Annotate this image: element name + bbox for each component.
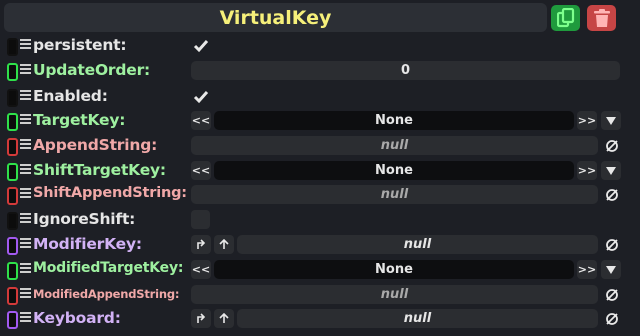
null-icon [605,288,618,301]
menu-icon[interactable] [20,64,31,77]
row-target-key: TargetKey: << None >> [0,110,640,133]
row-keyboard: Keyboard: null [0,308,640,331]
menu-icon[interactable] [20,188,31,201]
field-label-enabled: Enabled: [33,87,108,105]
menu-icon[interactable] [20,114,31,127]
next-value-button[interactable]: >> [577,161,597,180]
row-enabled: Enabled: [0,86,640,109]
menu-icon[interactable] [20,139,31,152]
row-persistent: persistent: [0,35,640,58]
menu-icon[interactable] [20,263,31,276]
checkmark-icon [193,90,208,103]
modifier-key-reference[interactable]: null [237,235,598,254]
next-value-button[interactable]: >> [577,111,597,130]
null-icon [605,139,618,152]
field-label-ignore-shift: IgnoreShift: [33,210,136,228]
grab-arrow-icon [197,313,206,323]
shift-target-key-value[interactable]: None [214,161,574,180]
row-modified-target-key: ModifiedTargetKey: << None >> [0,259,640,282]
drag-handle[interactable] [7,113,18,131]
drag-handle[interactable] [7,187,18,205]
menu-icon[interactable] [20,90,31,103]
copy-icon [556,8,574,28]
row-modified-append-string: ModifiedAppendString: null [0,284,640,307]
drag-handle[interactable] [7,163,18,181]
drag-handle[interactable] [7,311,18,329]
modified-target-key-value[interactable]: None [214,260,574,279]
open-reference-button[interactable] [214,235,234,254]
shift-append-string-input[interactable]: null [191,185,598,204]
menu-icon[interactable] [20,312,31,325]
field-label-modifier-key: ModifierKey: [33,235,142,253]
update-order-input[interactable]: 0 [191,61,620,80]
drag-handle[interactable] [7,287,18,305]
arrow-up-icon [219,239,229,249]
grab-reference-button[interactable] [191,309,211,328]
checkmark-icon [193,39,208,52]
modified-append-string-input[interactable]: null [191,285,598,304]
ignore-shift-checkbox[interactable] [191,210,210,229]
clear-null-button[interactable] [603,137,620,154]
drag-handle[interactable] [7,212,18,230]
field-label-append-string: AppendString: [33,136,158,154]
delete-button[interactable] [587,5,616,31]
dropdown-button[interactable] [601,161,621,180]
triangle-down-icon [606,265,616,274]
row-shift-target-key: ShiftTargetKey: << None >> [0,160,640,183]
clear-null-button[interactable] [603,286,620,303]
dropdown-button[interactable] [601,260,621,279]
clear-null-button[interactable] [603,186,620,203]
previous-value-button[interactable]: << [191,161,211,180]
drag-handle[interactable] [7,89,18,107]
dropdown-button[interactable] [601,111,621,130]
row-append-string: AppendString: null [0,135,640,158]
drag-handle[interactable] [7,63,18,81]
clear-null-button[interactable] [603,310,620,327]
clear-null-button[interactable] [603,236,620,253]
row-update-order: UpdateOrder: 0 [0,60,640,83]
field-label-keyboard: Keyboard: [33,309,121,327]
next-value-button[interactable]: >> [577,260,597,279]
row-shift-append-string: ShiftAppendString: null [0,184,640,207]
null-icon [605,188,618,201]
drag-handle[interactable] [7,237,18,255]
component-header: VirtualKey [4,3,547,32]
previous-value-button[interactable]: << [191,260,211,279]
keyboard-reference[interactable]: null [237,309,598,328]
target-key-value[interactable]: None [214,111,574,130]
enabled-checkbox[interactable] [191,87,210,106]
drag-handle[interactable] [7,38,18,56]
grab-arrow-icon [197,239,206,249]
open-reference-button[interactable] [214,309,234,328]
arrow-up-icon [219,313,229,323]
triangle-down-icon [606,116,616,125]
drag-handle[interactable] [7,138,18,156]
field-label-shift-target-key: ShiftTargetKey: [33,161,166,179]
menu-icon[interactable] [20,238,31,251]
drag-handle[interactable] [7,262,18,280]
append-string-input[interactable]: null [191,136,598,155]
previous-value-button[interactable]: << [191,111,211,130]
menu-icon[interactable] [20,164,31,177]
menu-icon[interactable] [20,39,31,52]
component-title: VirtualKey [219,6,332,29]
duplicate-button[interactable] [551,5,580,31]
persistent-checkbox[interactable] [191,36,210,55]
field-label-target-key: TargetKey: [33,111,126,129]
menu-icon[interactable] [20,288,31,301]
trash-icon [593,8,610,27]
null-icon [605,238,618,251]
field-label-modified-target-key: ModifiedTargetKey: [33,260,184,276]
field-label-modified-append-string: ModifiedAppendString: [33,287,180,301]
row-ignore-shift: IgnoreShift: [0,209,640,232]
null-icon [605,312,618,325]
triangle-down-icon [606,166,616,175]
row-modifier-key: ModifierKey: null [0,234,640,257]
field-label-update-order: UpdateOrder: [33,61,151,79]
grab-reference-button[interactable] [191,235,211,254]
field-label-shift-append-string: ShiftAppendString: [33,185,187,201]
menu-icon[interactable] [20,213,31,226]
field-label-persistent: persistent: [33,36,127,54]
